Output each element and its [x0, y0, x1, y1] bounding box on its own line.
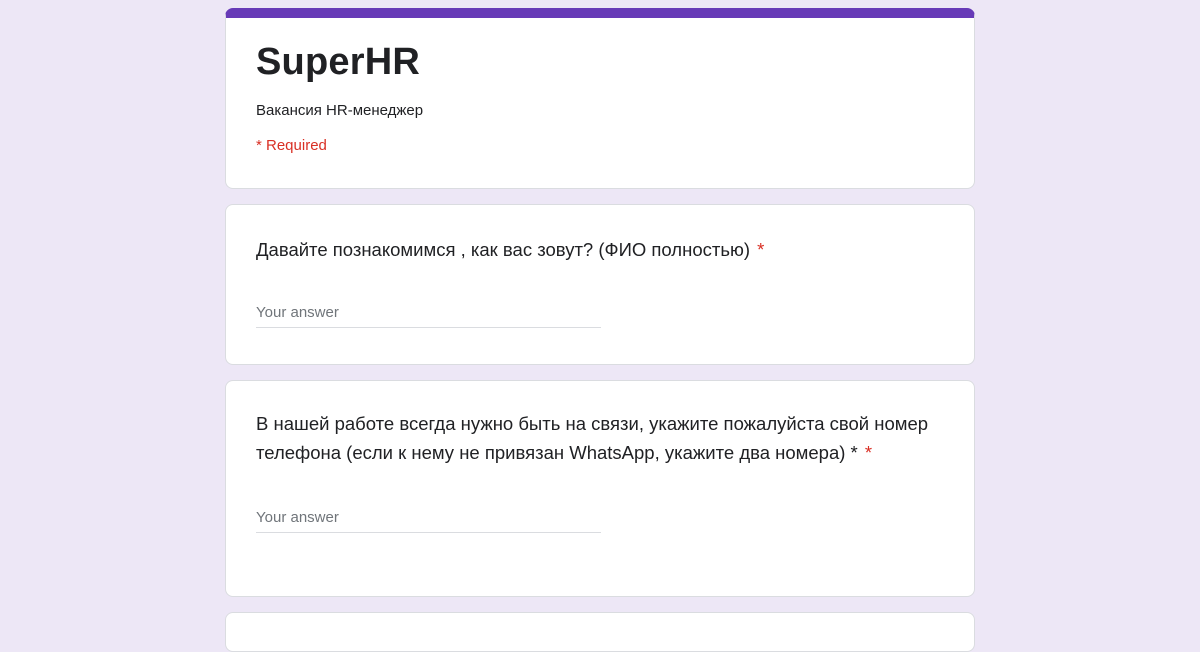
question-card-phone: В нашей работе всегда нужно быть на связ…: [225, 380, 975, 597]
phone-answer-input[interactable]: [256, 509, 601, 526]
question-text: В нашей работе всегда нужно быть на связ…: [256, 413, 929, 463]
question-card-name: Давайте познакомимся , как вас зовут? (Ф…: [225, 204, 975, 365]
form-container: SuperHR Вакансия HR-менеджер * Required …: [225, 8, 975, 652]
question-title: Давайте познакомимся , как вас зовут? (Ф…: [256, 235, 944, 264]
question-text: Давайте познакомимся , как вас зовут? (Ф…: [256, 239, 750, 260]
question-card-next: [225, 612, 975, 652]
form-description: Вакансия HR-менеджер: [256, 101, 424, 119]
required-asterisk: *: [757, 239, 765, 260]
question-title: В нашей работе всегда нужно быть на связ…: [256, 409, 944, 467]
form-title: SuperHR: [256, 41, 420, 83]
required-asterisk: *: [864, 442, 873, 463]
required-note: * Required: [256, 136, 327, 154]
form-header-card: SuperHR Вакансия HR-менеджер * Required: [225, 8, 975, 189]
answer-field-wrapper: [256, 509, 601, 533]
name-answer-input[interactable]: [256, 304, 601, 321]
answer-field-wrapper: [256, 304, 601, 328]
